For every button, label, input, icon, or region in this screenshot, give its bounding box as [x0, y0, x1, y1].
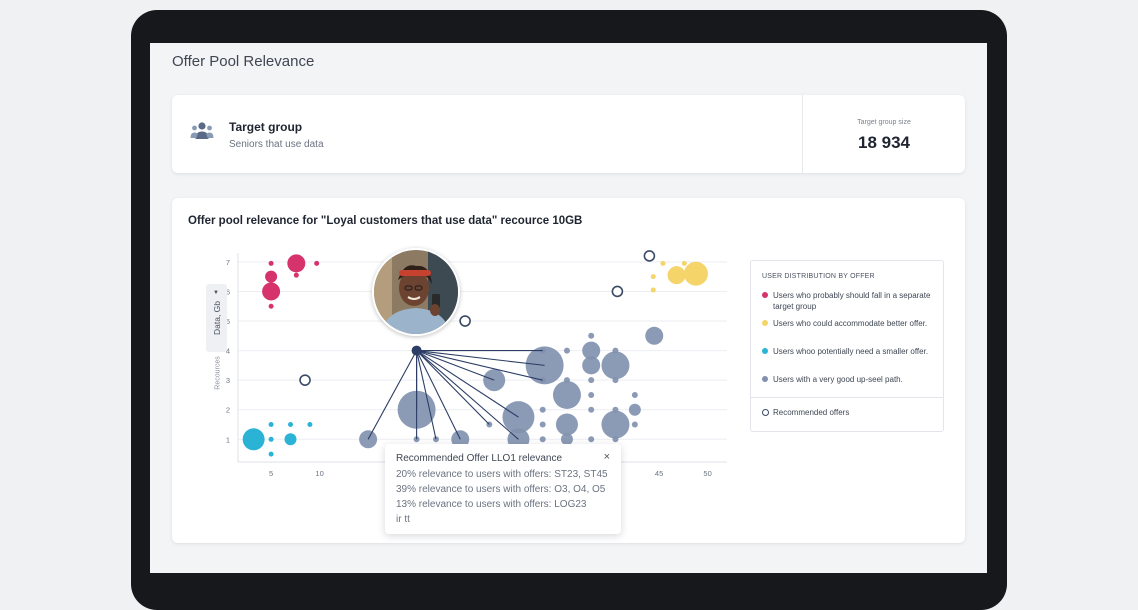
bubble-yellow: [660, 260, 666, 266]
target-group-size-value: 18 934: [858, 133, 910, 152]
y-axis-secondary-label: Recources: [214, 356, 222, 390]
app-screen: Offer Pool Relevance Target group Senior…: [150, 43, 987, 573]
bubble-slate: [563, 377, 570, 384]
bubble-cyan: [268, 436, 274, 442]
bubble-slate: [582, 341, 601, 360]
bubble-slate: [555, 413, 578, 436]
target-group-title: Target group: [229, 120, 303, 134]
bubble-slate: [588, 406, 595, 413]
bubble-slate: [588, 436, 595, 443]
bubble-pink: [287, 254, 306, 273]
bubble-slate: [588, 332, 595, 339]
tooltip-line: ir tt: [396, 514, 410, 525]
tooltip-line: 20% relevance to users with offers: ST23…: [396, 469, 608, 480]
bubble-cyan: [307, 422, 313, 428]
bubble-slate: [539, 421, 546, 428]
bubble-slate: [539, 436, 546, 443]
users-icon: [190, 122, 214, 139]
y-axis-selector[interactable]: ▼ Data, Gb: [206, 284, 227, 352]
bubble-slate: [631, 421, 638, 428]
bubble-yellow: [681, 260, 687, 266]
page-title: Offer Pool Relevance: [172, 53, 315, 70]
offer-relevance-tooltip: Recommended Offer LLO1 relevance × 20% r…: [385, 444, 621, 534]
bubble-slate: [588, 377, 595, 384]
legend-title: USER DISTRIBUTION BY OFFER: [762, 273, 875, 280]
bubble-slate: [631, 391, 638, 398]
bubble-slate: [612, 347, 619, 354]
y-tick-label: 7: [226, 258, 230, 267]
bubble-pink: [265, 270, 278, 283]
legend-divider: [751, 397, 943, 398]
avatar-illustration: [374, 250, 458, 334]
target-group-subtitle: Seniors that use data: [229, 139, 324, 150]
bubble-cyan: [288, 422, 293, 428]
caret-down-icon: ▼: [213, 290, 219, 296]
legend-recommended-label[interactable]: Recommended offers: [773, 408, 849, 417]
bubble-slate: [563, 347, 570, 354]
legend-item-smaller-offer[interactable]: Users whoo potentially need a smaller of…: [762, 346, 948, 357]
y-axis-selector-label: Data, Gb: [211, 300, 222, 336]
legend-item-better-offer[interactable]: Users who could accommodate better offer…: [762, 318, 948, 329]
bubble-slate: [645, 326, 664, 345]
bubble-yellow: [683, 261, 708, 286]
y-tick-label: 3: [226, 376, 230, 385]
bubble-pink: [293, 272, 299, 278]
bubble-slate: [539, 406, 546, 413]
legend-dot: [762, 320, 768, 326]
bubble-pink: [262, 282, 281, 301]
bubble-slate: [552, 380, 581, 409]
tooltip-line: 13% relevance to users with offers: LOG2…: [396, 499, 587, 510]
legend-dot: [762, 348, 768, 354]
selected-offer-hub: [411, 345, 422, 356]
bubble-yellow: [650, 287, 656, 293]
legend-item-label: Users with a very good up-seel path.: [773, 375, 903, 384]
x-tick-label: 45: [655, 469, 663, 478]
legend-item-upsell-path[interactable]: Users with a very good up-seel path.: [762, 374, 948, 385]
y-tick-label: 1: [226, 435, 230, 444]
bubble-yellow: [650, 274, 656, 280]
legend-item-separate-group[interactable]: Users who probably should fall in a sepa…: [762, 290, 948, 312]
target-group-card[interactable]: Target group Seniors that use data Targe…: [172, 95, 965, 173]
bubble-cyan: [284, 433, 297, 446]
bubble-slate: [483, 369, 506, 392]
bubble-slate: [628, 403, 641, 416]
legend-dot: [762, 376, 768, 382]
close-icon[interactable]: ×: [604, 451, 610, 463]
legend-item-label: Users whoo potentially need a smaller of…: [773, 347, 929, 356]
recommended-offer-ring: [643, 250, 656, 262]
bubble-cyan: [268, 451, 274, 457]
tooltip-title: Recommended Offer LLO1 relevance: [396, 453, 563, 464]
x-tick-label: 5: [269, 469, 273, 478]
bubble-cyan: [242, 428, 265, 451]
user-avatar-photo: [372, 248, 460, 336]
legend-dot: [762, 292, 768, 298]
relevance-link: [416, 350, 519, 440]
bubble-cyan: [268, 422, 274, 428]
bubble-slate: [612, 377, 619, 384]
tooltip-line: 39% relevance to users with offers: O3, …: [396, 484, 606, 495]
bubble-slate: [601, 351, 630, 380]
bubble-slate: [612, 436, 619, 443]
legend-item-label: Users who could accommodate better offer…: [773, 319, 928, 328]
bubble-slate: [588, 391, 595, 398]
target-group-size-label: Target group size: [857, 119, 911, 126]
legend-item-label: Users who probably should fall in a sepa…: [773, 291, 931, 311]
y-tick-label: 2: [226, 406, 230, 415]
bubble-pink: [268, 303, 274, 309]
bubble-pink: [314, 260, 320, 266]
legend-panel: USER DISTRIBUTION BY OFFER Users who pro…: [750, 260, 944, 432]
recommended-offer-ring: [299, 374, 311, 386]
x-tick-label: 10: [315, 469, 323, 478]
recommended-ring-icon: [762, 409, 769, 416]
bubble-slate: [601, 410, 630, 439]
bubble-pink: [268, 260, 274, 266]
bubble-yellow: [667, 266, 686, 285]
relevance-link: [416, 350, 543, 381]
recommended-offer-ring: [611, 285, 624, 298]
x-tick-label: 50: [703, 469, 711, 478]
recommended-offer-ring: [459, 315, 471, 327]
